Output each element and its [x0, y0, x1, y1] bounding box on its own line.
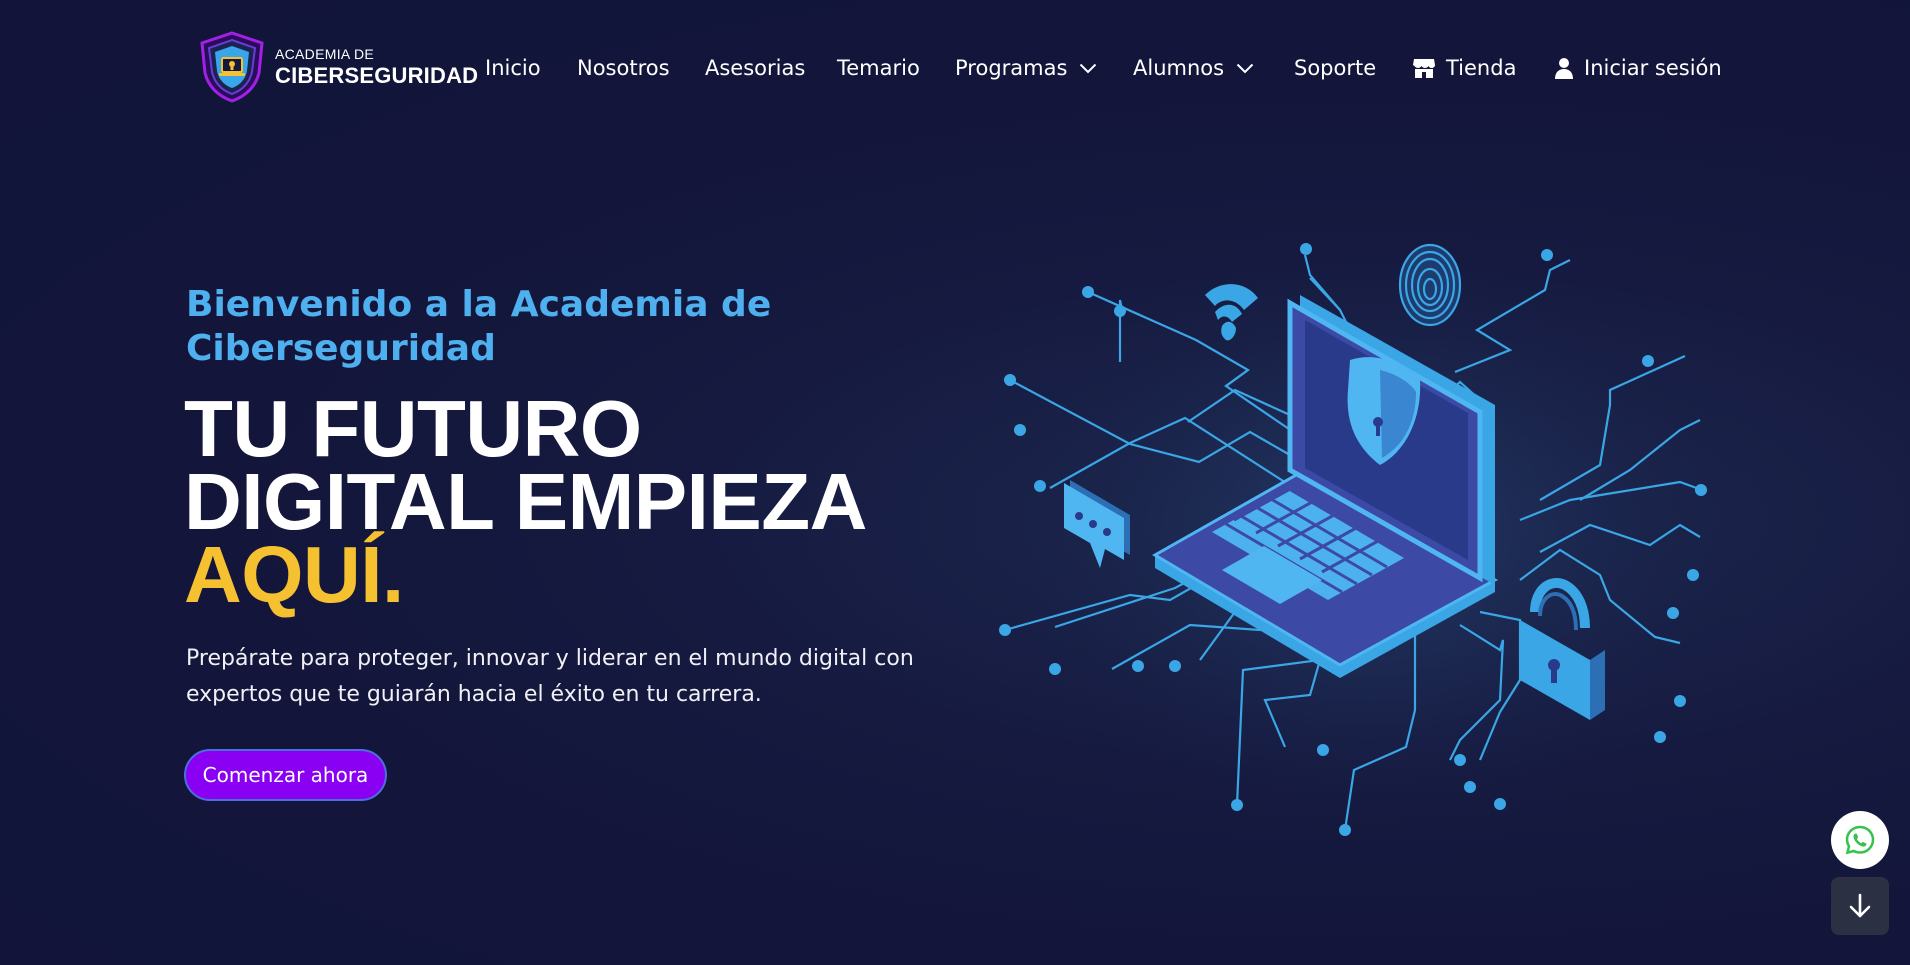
start-now-button[interactable]: Comenzar ahora: [184, 749, 387, 801]
store-icon: [1413, 59, 1435, 78]
hero-title-accent: AQUÍ.: [184, 530, 404, 619]
nav-item-nosotros[interactable]: Nosotros: [577, 51, 670, 85]
user-icon: [1555, 58, 1573, 79]
chevron-down-icon: [1080, 63, 1097, 73]
logo-line2: CIBERSEGURIDAD: [275, 63, 479, 88]
scroll-down-button[interactable]: [1831, 877, 1889, 935]
nav-item-label: Inicio: [485, 56, 541, 80]
arrow-down-icon: [1849, 893, 1871, 918]
nav-item-tienda[interactable]: Tienda: [1412, 51, 1516, 85]
nav-item-temario[interactable]: Temario: [837, 51, 920, 85]
fingerprint-icon: [1398, 243, 1462, 327]
nav-item-asesorias[interactable]: Asesorias: [705, 51, 805, 85]
hero-title-line1: TU FUTURO: [184, 384, 642, 473]
logo-text: ACADEMIA DE CIBERSEGURIDAD: [275, 47, 478, 87]
nav-item-label: Iniciar sesión: [1584, 56, 1722, 80]
page: ACADEMIA DE CIBERSEGURIDAD Inicio Nosotr…: [0, 0, 1910, 965]
whatsapp-icon: [1845, 825, 1875, 855]
nav-item-label: Nosotros: [577, 56, 670, 80]
hero-title-line2: DIGITAL EMPIEZA: [184, 457, 867, 546]
hero-description: Prepárate para proteger, innovar y lider…: [186, 646, 914, 707]
nav-item-label: Soporte: [1294, 56, 1377, 80]
hero-title: TU FUTURO DIGITAL EMPIEZA AQUÍ.: [184, 384, 867, 619]
nav-item-label: Temario: [837, 56, 920, 80]
nav-item-programas[interactable]: Programas: [955, 51, 1097, 85]
nav-item-label: Alumnos: [1133, 56, 1225, 80]
logo-line1: ACADEMIA DE: [275, 46, 374, 62]
nav-item-label: Asesorias: [705, 56, 806, 80]
logo-link[interactable]: ACADEMIA DE CIBERSEGURIDAD: [199, 31, 478, 103]
chevron-down-icon: [1236, 63, 1254, 73]
cybersecurity-laptop-illustration: [980, 210, 1760, 860]
nav-item-label: Programas: [955, 56, 1068, 80]
nav-item-inicio[interactable]: Inicio: [485, 51, 541, 85]
nav-item-label: Tienda: [1446, 56, 1517, 80]
navbar: ACADEMIA DE CIBERSEGURIDAD Inicio Nosotr…: [0, 0, 1910, 135]
hero-subtitle: Bienvenido a la Academia de Cibersegurid…: [186, 284, 772, 369]
shield-logo-icon: [200, 31, 264, 103]
nav-item-soporte[interactable]: Soporte: [1294, 51, 1376, 85]
whatsapp-button[interactable]: [1831, 811, 1889, 869]
nav-item-alumnos[interactable]: Alumnos: [1133, 51, 1254, 85]
nav-item-iniciar-sesion[interactable]: Iniciar sesión: [1554, 51, 1722, 85]
